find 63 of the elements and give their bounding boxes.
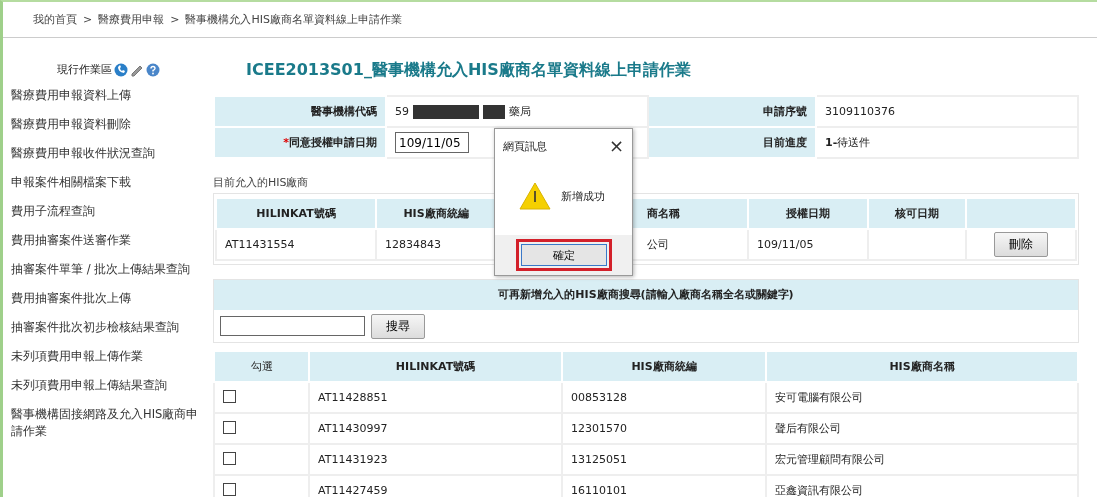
table-cell: 00853128	[562, 382, 766, 413]
sidebar-link[interactable]: 費用抽審案件送審作業	[3, 226, 213, 255]
column-header: HIS廠商統編	[376, 198, 496, 229]
sidebar-link[interactable]: 醫療費用申報資料上傳	[3, 81, 213, 110]
table-cell: 聲后有限公司	[766, 413, 1078, 444]
redaction-bar	[412, 105, 479, 119]
column-header: HILINKAT號碼	[309, 351, 562, 382]
column-header: HILINKAT號碼	[216, 198, 376, 229]
table-cell: AT11431554	[216, 229, 376, 260]
sidebar-link[interactable]: 申報案件相關檔案下載	[3, 168, 213, 197]
field-label: 醫事機構代碼	[214, 96, 386, 127]
checkbox[interactable]	[223, 482, 236, 496]
field-label: 申請序號	[648, 96, 816, 127]
institution-name: 藥局	[508, 105, 531, 118]
search-heading: 可再新增允入的HIS廠商搜尋(請輸入廠商名稱全名或關鍵字)	[214, 280, 1078, 310]
institution-code: 59	[395, 105, 409, 118]
warning-icon	[519, 182, 551, 210]
breadcrumb-separator: >	[170, 13, 180, 26]
sidebar-link[interactable]: 未列項費用申報上傳結果查詢	[3, 371, 213, 400]
delete-button[interactable]: 刪除	[994, 232, 1048, 257]
search-button[interactable]: 搜尋	[371, 313, 425, 339]
sidebar-link[interactable]: 抽審案件批次初步檢核結果查詢	[3, 313, 213, 342]
sidebar-link[interactable]: 費用抽審案件批次上傳	[3, 284, 213, 313]
search-field[interactable]	[220, 316, 365, 336]
table-cell: 安可電腦有限公司	[766, 382, 1078, 413]
breadcrumb-link[interactable]: 我的首頁	[33, 12, 77, 27]
dialog-title: 網頁訊息	[503, 138, 547, 154]
sidebar-link[interactable]: 醫療費用申報資料刪除	[3, 110, 213, 139]
table-cell: AT11431923	[309, 444, 562, 475]
progress-status: 1-待送件	[816, 127, 1078, 158]
table-cell: AT11430997	[309, 413, 562, 444]
checkbox[interactable]	[223, 389, 236, 403]
field-label: 目前進度	[648, 127, 816, 158]
column-header: HIS廠商統編	[562, 351, 766, 382]
phone-icon[interactable]	[113, 62, 128, 77]
table-cell: AT11428851	[309, 382, 562, 413]
close-button[interactable]: ×	[608, 137, 624, 155]
sidebar-title: 現行作業區	[56, 62, 112, 77]
column-header: HIS廠商名稱	[766, 351, 1078, 382]
checkbox[interactable]	[223, 420, 236, 434]
redaction-bar	[482, 105, 505, 119]
table-cell: 13125051	[562, 444, 766, 475]
breadcrumb-separator: >	[83, 13, 93, 26]
sidebar-link[interactable]: 醫療費用申報收件狀況查詢	[3, 139, 213, 168]
ok-button[interactable]: 確定	[520, 244, 607, 266]
sidebar-link[interactable]: 未列項費用申報上傳作業	[3, 342, 213, 371]
sidebar-link[interactable]: 醫事機構固接網路及允入HIS廠商申請作業	[3, 400, 213, 446]
table-cell: 12301570	[562, 413, 766, 444]
field-label: *同意授權申請日期	[214, 127, 386, 158]
table-cell: 宏元管理顧問有限公司	[766, 444, 1078, 475]
table-cell: 109/11/05	[748, 229, 868, 260]
breadcrumb-link[interactable]: 醫事機構允入HIS廠商名單資料線上申請作業	[185, 12, 402, 27]
column-header: 授權日期	[748, 198, 868, 229]
column-header: 核可日期	[868, 198, 966, 229]
help-icon[interactable]	[145, 62, 160, 77]
date-field[interactable]: 109/11/05	[395, 132, 469, 153]
page-title: ICEE2013S01_醫事機構允入HIS廠商名單資料線上申請作業	[246, 60, 692, 80]
serial-number: 3109110376	[816, 96, 1078, 127]
checkbox[interactable]	[223, 451, 236, 465]
sidebar-link[interactable]: 費用子流程查詢	[3, 197, 213, 226]
column-header: 勾選	[214, 351, 309, 382]
breadcrumb-link[interactable]: 醫療費用申報	[98, 12, 165, 27]
sidebar-link[interactable]: 抽審案件單筆 / 批次上傳結果查詢	[3, 255, 213, 284]
